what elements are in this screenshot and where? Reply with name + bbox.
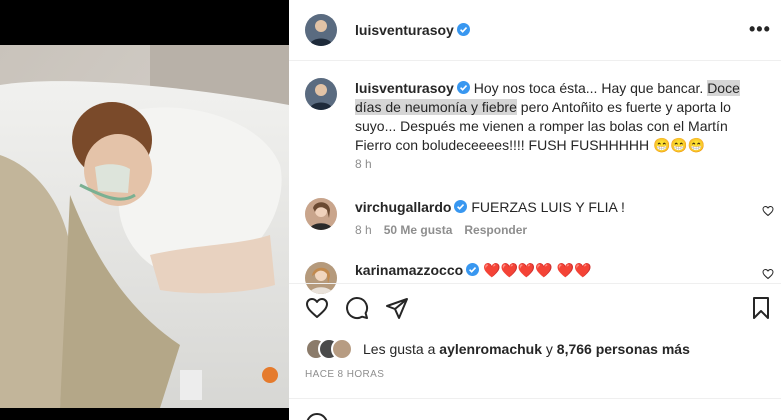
- comment-item: karinamazzocco ❤️❤️❤️❤️ ❤️❤️: [355, 261, 592, 280]
- comment-meta: 8 h 50 Me gusta Responder: [355, 223, 527, 237]
- caption-time[interactable]: 8 h: [355, 157, 372, 171]
- actions-divider: [289, 283, 781, 284]
- likes-middle: y: [542, 341, 557, 357]
- liker-avatars[interactable]: [305, 338, 361, 360]
- bookmark-icon[interactable]: [749, 296, 773, 320]
- emoji-icon[interactable]: [305, 412, 329, 420]
- caption-username[interactable]: luisventurasoy: [355, 80, 454, 96]
- header-user: luisventurasoy: [355, 22, 470, 38]
- liker-avatar: [331, 338, 353, 360]
- comment-avatar[interactable]: [305, 262, 337, 294]
- share-icon[interactable]: [385, 296, 409, 320]
- comment-username[interactable]: karinamazzocco: [355, 262, 463, 278]
- comment-item: virchugallardo FUERZAS LUIS Y FLIA !: [355, 198, 625, 217]
- likes-user[interactable]: aylenromachuk: [439, 341, 542, 357]
- heart-icon[interactable]: [305, 296, 329, 320]
- post-caption: luisventurasoy Hoy nos toca ésta... Hay …: [355, 79, 755, 155]
- action-bar: [289, 296, 781, 320]
- post-photo: [0, 45, 289, 408]
- comment-text: ❤️❤️❤️❤️ ❤️❤️: [479, 262, 592, 278]
- author-avatar[interactable]: [305, 14, 337, 46]
- comment-avatar[interactable]: [305, 198, 337, 230]
- author-username[interactable]: luisventurasoy: [355, 22, 454, 38]
- header-divider: [289, 60, 781, 61]
- likes-count[interactable]: 8,766 personas más: [557, 341, 690, 357]
- reply-button[interactable]: Responder: [464, 223, 527, 237]
- verified-icon: [454, 200, 468, 213]
- post-timestamp[interactable]: HACE 8 HORAS: [305, 369, 384, 380]
- comment-username[interactable]: virchugallardo: [355, 199, 451, 215]
- comment-like-icon[interactable]: [762, 205, 774, 217]
- caption-text-1: Hoy nos toca ésta... Hay que bancar.: [469, 80, 708, 96]
- comment-time[interactable]: 8 h: [355, 223, 372, 237]
- composer-divider: [289, 398, 781, 399]
- caption-highlight-2: días de neumonía y fiebre: [355, 99, 517, 115]
- more-options-button[interactable]: •••: [749, 20, 771, 38]
- likes-prefix: Les gusta a: [363, 341, 440, 357]
- verified-icon: [466, 263, 480, 276]
- verified-icon: [456, 23, 470, 36]
- verified-icon: [456, 81, 470, 94]
- comment-likes[interactable]: 50 Me gusta: [384, 223, 453, 237]
- comment-icon[interactable]: [345, 296, 369, 320]
- caption-avatar[interactable]: [305, 78, 337, 110]
- comment-like-icon[interactable]: [762, 268, 774, 280]
- caption-highlight-1: Doce: [707, 80, 740, 96]
- likes-row: Les gusta a aylenromachuk y 8,766 person…: [305, 338, 765, 360]
- post-media[interactable]: [0, 0, 289, 420]
- post-panel: luisventurasoy ••• luisventurasoy Hoy no…: [289, 0, 781, 420]
- comment-text: FUERZAS LUIS Y FLIA !: [467, 199, 625, 215]
- likes-summary: Les gusta a aylenromachuk y 8,766 person…: [363, 341, 690, 357]
